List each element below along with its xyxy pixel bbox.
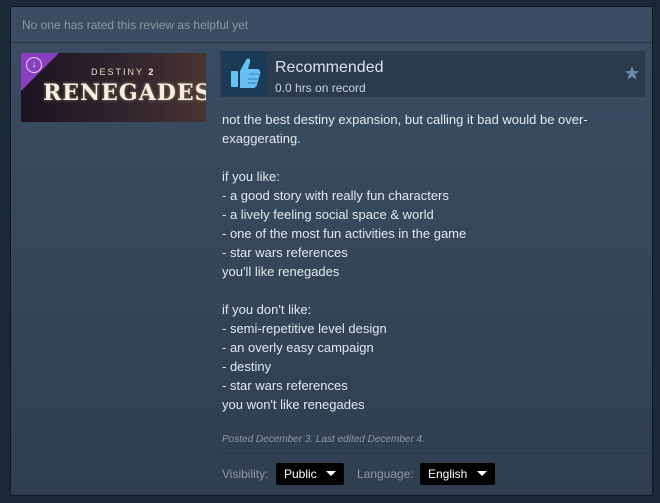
star-icon[interactable] <box>624 65 640 81</box>
review-text: not the best destiny expansion, but call… <box>222 110 637 414</box>
download-arrow-icon: ↓ <box>26 57 42 73</box>
language-label: Language: <box>357 467 414 481</box>
review-panel: No one has rated this review as helpful … <box>10 6 653 496</box>
review-line <box>222 148 637 167</box>
review-line: - destiny <box>222 359 272 374</box>
game-title-logo: RENEGADES <box>43 80 206 106</box>
helpful-status: No one has rated this review as helpful … <box>22 18 249 32</box>
visibility-select[interactable]: Public <box>276 463 344 485</box>
controls-divider <box>218 453 652 454</box>
review-line: - semi-repetitive level design <box>222 321 387 336</box>
review-line: if you don't like: <box>222 302 312 317</box>
review-line: not the best destiny expansion, but call… <box>222 112 588 146</box>
review-line: if you like: <box>222 169 280 184</box>
chevron-down-icon <box>326 471 336 476</box>
visibility-label: Visibility: <box>222 467 269 481</box>
review-line: - star wars references <box>222 378 348 393</box>
review-line: - star wars references <box>222 245 348 260</box>
language-value: English <box>428 467 468 481</box>
review-line: - a lively feeling social space & world <box>222 207 434 222</box>
review-line: you won't like renegades <box>222 397 365 412</box>
posted-date: Posted December 3. Last edited December … <box>222 434 425 445</box>
hours-on-record: 0.0 hrs on record <box>275 81 366 95</box>
game-capsule-image[interactable]: ↓ DESTINY 2 RENEGADES <box>21 53 206 122</box>
review-line: you'll like renegades <box>222 264 340 279</box>
review-line: - one of the most fun activities in the … <box>222 226 467 241</box>
review-line: - a good story with really fun character… <box>222 188 449 203</box>
review-line: - an overly easy campaign <box>222 340 374 355</box>
thumbs-up-icon <box>222 51 267 96</box>
header-divider <box>11 42 652 43</box>
language-select[interactable]: English <box>420 463 495 485</box>
chevron-down-icon <box>477 471 487 476</box>
game-subtitle: DESTINY 2 <box>91 67 156 77</box>
visibility-value: Public <box>284 467 317 481</box>
recommendation-label[interactable]: Recommended <box>275 59 384 77</box>
review-line <box>222 281 637 300</box>
